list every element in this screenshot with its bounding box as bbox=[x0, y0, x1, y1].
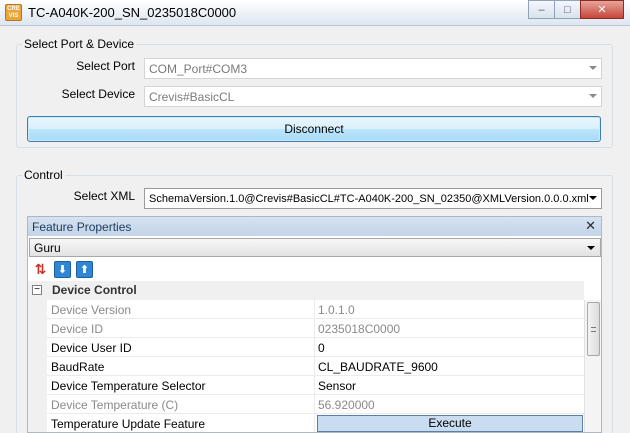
property-name: Device User ID bbox=[51, 341, 132, 355]
property-row[interactable]: Device Version 1.0.1.0 bbox=[28, 300, 584, 319]
window-controls: – □ ✕ bbox=[528, 0, 624, 19]
property-row[interactable]: BaudRate CL_BAUDRATE_9600 bbox=[28, 357, 584, 376]
property-value[interactable]: Sensor bbox=[318, 379, 356, 393]
row-gutter bbox=[28, 300, 47, 319]
row-gutter bbox=[28, 376, 47, 395]
property-value: 0235018C0000 bbox=[318, 322, 401, 336]
maximize-button[interactable]: □ bbox=[554, 0, 581, 19]
property-row[interactable]: Device Temperature (C) 56.920000 bbox=[28, 395, 584, 414]
disconnect-button[interactable]: Disconnect bbox=[27, 116, 601, 142]
chevron-down-icon bbox=[589, 94, 597, 98]
row-gutter bbox=[28, 395, 47, 414]
property-value: 56.920000 bbox=[318, 398, 375, 412]
column-divider bbox=[314, 300, 315, 319]
select-xml-value: SchemaVersion.1.0@Crevis#BasicCL#TC-A040… bbox=[149, 193, 589, 205]
download-icon[interactable]: ⬇ bbox=[54, 261, 71, 278]
column-divider bbox=[314, 357, 315, 376]
scrollbar-thumb[interactable] bbox=[587, 302, 600, 356]
property-name: BaudRate bbox=[51, 360, 105, 374]
chevron-down-icon bbox=[589, 196, 597, 200]
select-xml-label: Select XML bbox=[73, 189, 135, 203]
property-grid: Device Version 1.0.1.0 Device ID 0235018… bbox=[28, 300, 584, 432]
chevron-down-icon bbox=[587, 246, 595, 250]
app-logo-icon: CRE VIS bbox=[5, 4, 22, 21]
feature-properties-panel: Feature Properties ✕ Guru ⇅ ⬇ ⬆ − Device… bbox=[27, 216, 602, 433]
row-gutter bbox=[28, 319, 47, 338]
property-row[interactable]: Device ID 0235018C0000 bbox=[28, 319, 584, 338]
property-value: 1.0.1.0 bbox=[318, 303, 355, 317]
category-label: Device Control bbox=[52, 283, 137, 297]
property-name: Device Version bbox=[51, 303, 132, 317]
feature-properties-title: Feature Properties bbox=[32, 220, 132, 234]
collapse-icon[interactable]: − bbox=[32, 285, 42, 295]
select-device-value: Crevis#BasicCL bbox=[149, 90, 235, 104]
control-group-title: Control bbox=[22, 168, 65, 182]
property-name: Device ID bbox=[51, 322, 104, 336]
property-row[interactable]: Temperature Update Feature Execute bbox=[28, 414, 584, 432]
column-divider bbox=[314, 338, 315, 357]
refresh-icon[interactable]: ⇅ bbox=[32, 261, 49, 278]
column-divider bbox=[314, 376, 315, 395]
property-row[interactable]: Device User ID 0 bbox=[28, 338, 584, 357]
execute-button[interactable]: Execute bbox=[317, 415, 583, 432]
vertical-scrollbar[interactable] bbox=[584, 300, 601, 432]
select-port-label: Select Port bbox=[76, 59, 135, 73]
window-title: TC-A040K-200_SN_0235018C0000 bbox=[28, 5, 237, 20]
visibility-value: Guru bbox=[34, 241, 61, 255]
select-xml-combo[interactable]: SchemaVersion.1.0@Crevis#BasicCL#TC-A040… bbox=[144, 188, 602, 209]
category-device-control[interactable]: − Device Control bbox=[28, 281, 584, 300]
select-port-combo[interactable]: COM_Port#COM3 bbox=[144, 58, 602, 79]
property-value[interactable]: 0 bbox=[318, 341, 325, 355]
property-name: Temperature Update Feature bbox=[51, 417, 206, 431]
minimize-button[interactable]: – bbox=[528, 0, 555, 19]
chevron-down-icon bbox=[589, 66, 597, 70]
feature-toolbar: ⇅ ⬇ ⬆ bbox=[32, 261, 93, 279]
title-bar: CRE VIS TC-A040K-200_SN_0235018C0000 – □… bbox=[0, 0, 630, 26]
panel-close-icon[interactable]: ✕ bbox=[585, 218, 596, 234]
visibility-combo[interactable]: Guru bbox=[29, 238, 601, 257]
grip-icon bbox=[591, 327, 596, 332]
row-gutter bbox=[28, 414, 47, 432]
select-device-combo[interactable]: Crevis#BasicCL bbox=[144, 86, 602, 107]
select-port-value: COM_Port#COM3 bbox=[149, 62, 248, 76]
property-name: Device Temperature (C) bbox=[51, 398, 179, 412]
property-value[interactable]: CL_BAUDRATE_9600 bbox=[318, 360, 438, 374]
column-divider bbox=[314, 414, 315, 432]
port-device-group-title: Select Port & Device bbox=[22, 37, 137, 51]
row-gutter bbox=[28, 357, 47, 376]
column-divider bbox=[314, 395, 315, 414]
row-gutter bbox=[28, 338, 47, 357]
column-divider bbox=[314, 319, 315, 338]
property-name: Device Temperature Selector bbox=[51, 379, 206, 393]
close-button[interactable]: ✕ bbox=[580, 0, 624, 19]
select-device-label: Select Device bbox=[61, 87, 135, 101]
upload-icon[interactable]: ⬆ bbox=[76, 261, 93, 278]
property-row[interactable]: Device Temperature Selector Sensor bbox=[28, 376, 584, 395]
feature-properties-header: Feature Properties ✕ bbox=[28, 217, 601, 236]
